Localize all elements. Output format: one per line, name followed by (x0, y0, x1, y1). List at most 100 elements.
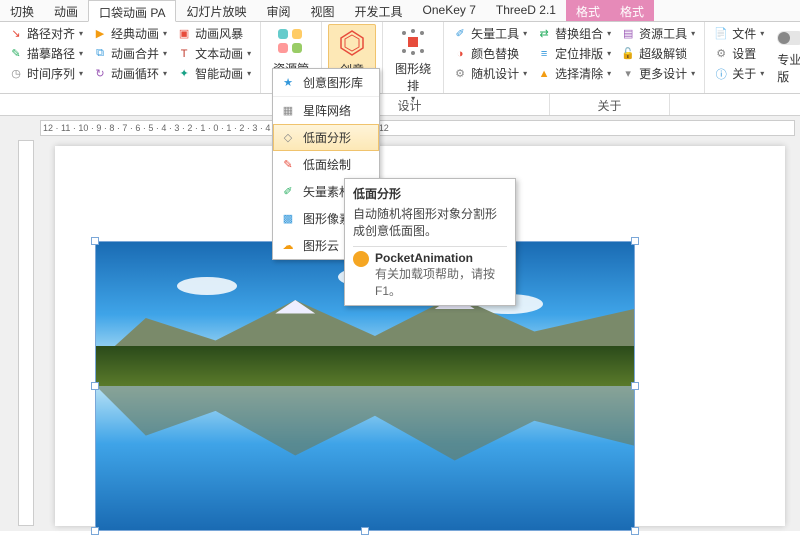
resize-handle-l[interactable] (91, 382, 99, 390)
label: 动画风暴 (195, 25, 243, 42)
btn-classic-anim[interactable]: ▶ 经典动画 ▾ (90, 24, 170, 43)
btn-select-clear[interactable]: ▲ 选择清除 ▾ (534, 64, 614, 83)
main-tabs: 切换 动画 口袋动画 PA 幻灯片放映 审阅 视图 开发工具 OneKey 7 … (0, 0, 800, 22)
ribbon: ↘路径对齐▾ ✎ 描摹路径 ▾ ◷时间序列▾ ▶ 经典动画 ▾ ⧉动画合并▾ ↻动画循环… (0, 22, 800, 94)
chevron-down-icon: ▾ (79, 69, 83, 78)
btn-more-design[interactable]: ▾ 更多设计 ▾ (618, 64, 698, 83)
chevron-down-icon: ▾ (523, 29, 527, 38)
tab-onekey[interactable]: OneKey 7 (413, 0, 486, 21)
more-icon: ▾ (621, 67, 635, 81)
label: 图形绕排 (395, 60, 431, 94)
settings-icon: ⚙ (714, 47, 728, 61)
label: 低面绘制 (303, 156, 351, 173)
dd-creative-library[interactable]: ★创意图形库 (273, 69, 379, 96)
tab-format-1[interactable]: 格式 (566, 0, 610, 21)
chevron-down-icon: ▾ (607, 69, 611, 78)
label: 描摹路径 (27, 45, 75, 62)
text-icon: T (177, 47, 191, 61)
group-label-about: 关于 (550, 94, 670, 115)
label: 更多设计 (639, 65, 687, 82)
tooltip-low-poly: 低面分形 自动随机将图形对象分割形成创意低面图。 PocketAnimation… (344, 178, 516, 306)
chevron-down-icon: ▾ (247, 69, 251, 78)
label: 图形云 (303, 237, 339, 254)
btn-anim-merge[interactable]: ⧉动画合并▾ (90, 44, 170, 63)
btn-text-anim[interactable]: T文本动画▾ (174, 44, 254, 63)
btn-settings[interactable]: ⚙ 设置 (711, 44, 767, 63)
chevron-down-icon: ▾ (163, 29, 167, 38)
btn-trace-path[interactable]: ✎描摹路径▾ (6, 44, 86, 63)
resize-handle-b[interactable] (361, 527, 369, 535)
label: 资源工具 (639, 25, 687, 42)
storm-icon: ▣ (177, 27, 191, 41)
btn-random-design[interactable]: ⚙随机设计▾ (450, 64, 530, 83)
btn-anim-loop[interactable]: ↻动画循环▾ (90, 64, 170, 83)
label: 星阵网络 (303, 102, 351, 119)
tab-threed[interactable]: ThreeD 2.1 (486, 0, 566, 21)
btn-super-unlock[interactable]: 🔓超级解锁 (618, 44, 698, 63)
label: 文件 (732, 25, 756, 42)
tab-format-2[interactable]: 格式 (610, 0, 654, 21)
tooltip-body: 自动随机将图形对象分割形成创意低面图。 (353, 206, 507, 240)
label: 设置 (732, 45, 756, 62)
label: 随机设计 (471, 65, 519, 82)
dd-star-grid[interactable]: ▦ 星阵网络 (273, 97, 379, 124)
tab-animation[interactable]: 动画 (44, 0, 88, 21)
btn-replace-combo[interactable]: ⇄替换组合▾ (534, 24, 614, 43)
label: 定位排版 (555, 45, 603, 62)
dd-low-poly[interactable]: ◇低面分形 (273, 124, 379, 151)
pixel-icon: ▩ (281, 212, 295, 226)
trace-icon: ✎ (9, 47, 23, 61)
chevron-down-icon: ▾ (691, 69, 695, 78)
chevron-down-icon: ▾ (760, 69, 764, 78)
chevron-down-icon: ▾ (691, 29, 695, 38)
chevron-down-icon: ▾ (247, 49, 251, 58)
classic-icon: ▶ (93, 27, 107, 41)
btn-path-align[interactable]: ↘路径对齐▾ (6, 24, 86, 43)
dd-low-poly-draw[interactable]: ✎ 低面绘制 (273, 151, 379, 178)
label: 经典动画 (111, 25, 159, 42)
file-icon: 📄 (714, 27, 728, 41)
chevron-down-icon: ▾ (607, 49, 611, 58)
label: 动画合并 (111, 45, 159, 62)
shape-wrap-icon (397, 26, 429, 58)
grid-icon: ▦ (281, 104, 295, 118)
resize-handle-tr[interactable] (631, 237, 639, 245)
btn-time-series[interactable]: ◷时间序列▾ (6, 64, 86, 83)
btn-vector-tool[interactable]: ✐矢量工具▾ (450, 24, 530, 43)
resize-handle-tl[interactable] (91, 237, 99, 245)
clear-icon: ▲ (537, 67, 551, 81)
draw-icon: ✎ (281, 158, 295, 172)
poly-icon: ◇ (281, 131, 295, 145)
toggle-pro[interactable] (777, 31, 800, 45)
tab-pocket-animation[interactable]: 口袋动画 PA (88, 0, 176, 22)
pocket-animation-icon (353, 251, 369, 267)
btn-anim-storm[interactable]: ▣ 动画风暴 (174, 24, 254, 43)
btn-smart-anim[interactable]: ✦智能动画▾ (174, 64, 254, 83)
btn-color-replace[interactable]: ◑颜色替换 (450, 44, 530, 63)
btn-shape-wrap[interactable]: 图形绕排 ▾ (389, 24, 437, 105)
btn-position-layout[interactable]: ≡定位排版▾ (534, 44, 614, 63)
chevron-down-icon: ▾ (79, 29, 83, 38)
resize-handle-br[interactable] (631, 527, 639, 535)
tab-slideshow[interactable]: 幻灯片放映 (176, 0, 256, 21)
label: 关于 (732, 65, 756, 82)
btn-file[interactable]: 📄 文件 ▾ (711, 24, 767, 43)
chevron-down-icon: ▾ (760, 29, 764, 38)
smart-icon: ✦ (177, 67, 191, 81)
label: 选择清除 (555, 65, 603, 82)
tooltip-title: 低面分形 (353, 185, 507, 202)
resize-handle-bl[interactable] (91, 527, 99, 535)
chevron-down-icon: ▾ (411, 94, 415, 103)
label: 替换组合 (555, 25, 603, 42)
btn-about[interactable]: ⓘ关于▾ (711, 64, 767, 83)
tab-developer[interactable]: 开发工具 (345, 0, 413, 21)
resize-handle-r[interactable] (631, 382, 639, 390)
tooltip-brand: PocketAnimation (375, 251, 507, 265)
tab-view[interactable]: 视图 (301, 0, 345, 21)
tab-transition[interactable]: 切换 (0, 0, 44, 21)
cloud-icon: ☁ (281, 239, 295, 253)
random-icon: ⚙ (453, 67, 467, 81)
tab-review[interactable]: 审阅 (257, 0, 301, 21)
btn-resource-tool[interactable]: ▤资源工具▾ (618, 24, 698, 43)
ruler-vertical (18, 140, 34, 526)
